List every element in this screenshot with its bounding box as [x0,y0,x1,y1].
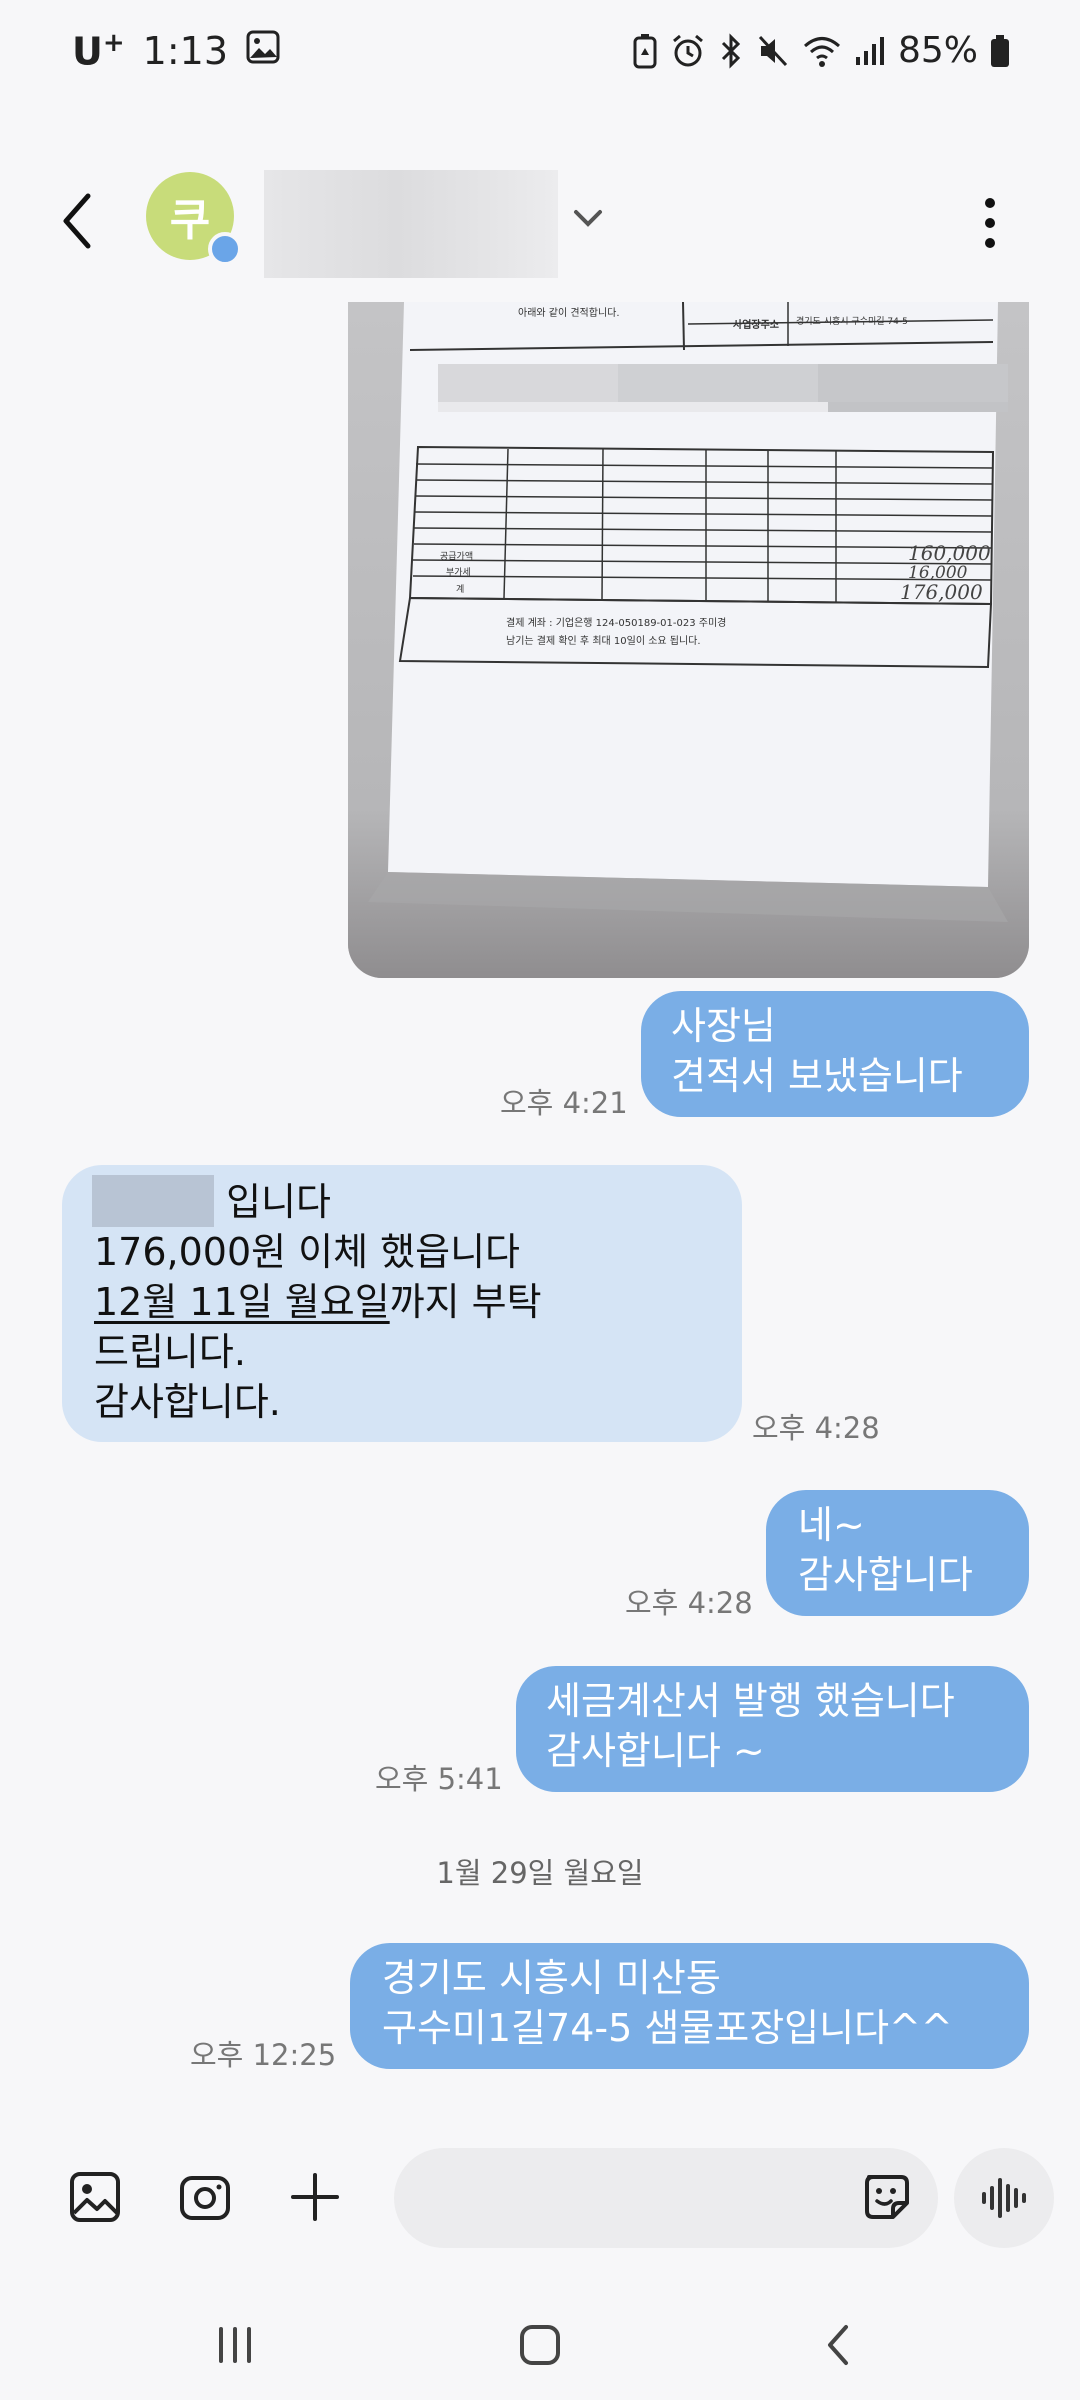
doc-row-label-vat: 부가세 [446,567,471,578]
doc-row-label-supply: 공급가액 [440,550,473,562]
home-icon [520,2325,560,2365]
mute-icon [756,33,790,69]
sticker-icon [865,2175,909,2219]
message-text: 사장님 견적서 보냈습니다 [671,1004,963,1098]
incoming-message[interactable]: 입니다 176,000원 이체 했읍니다 12월 11일 월요일까지 부탁 드립… [62,1165,742,1442]
contact-name-redacted[interactable] [264,170,558,278]
bluetooth-icon [718,32,744,69]
gallery-icon [70,2172,120,2222]
message-line: 12월 11일 월요일까지 부탁 [94,1280,542,1324]
message-time: 오후 12:25 [190,2038,337,2072]
more-vertical-icon [985,198,995,248]
carrier-label: U+ [72,28,125,74]
more-options-button[interactable] [970,188,1010,258]
message-time: 오후 4:28 [625,1586,753,1620]
voice-wave-icon [982,2178,1026,2218]
message-line: 176,000원 이체 했읍니다 [94,1230,521,1274]
message-time: 오후 4:28 [752,1411,880,1445]
wifi-icon [802,33,842,69]
doc-header-label: 사업장주소 [733,318,779,331]
message-time: 오후 4:21 [500,1086,628,1120]
clock: 1:13 [142,28,228,73]
plus-icon [291,2173,339,2221]
gallery-button[interactable] [60,2162,130,2232]
estimate-document-photo: 아래와 같이 견적합니다. 사업장주소 경기도 시흥시 구수미길 74-5 공급… [348,302,1029,978]
attach-button[interactable] [280,2162,350,2232]
message-line: 입니다 [92,1175,710,1227]
date-link[interactable]: 12월 11일 월요일 [94,1280,390,1324]
date-separator: 1월 29일 월요일 [436,1856,644,1890]
status-bar: U+ 1:13 85% [0,0,1080,110]
message-text: 경기도 시흥시 미산동 구수미1길74-5 샘물포장입니다^^ [382,1956,953,2050]
outgoing-message[interactable]: 사장님 견적서 보냈습니다 [641,991,1029,1117]
alarm-icon [670,33,706,69]
message-line: 감사합니다. [94,1380,281,1424]
chevron-down-icon[interactable] [568,204,608,234]
message-text: 네~ 감사합니다 [798,1503,973,1597]
compose-bar [0,2132,1080,2262]
status-right: 85% [632,30,1010,71]
handwritten-supply: 160,000 [908,541,991,565]
avatar-letter: 쿠 [169,195,211,246]
battery-icon [990,33,1010,69]
battery-percent: 85% [897,30,978,71]
gallery-notification-icon [246,29,280,73]
redacted-name [92,1175,214,1227]
nav-back-button[interactable] [805,2310,875,2380]
voice-input-button[interactable] [954,2148,1054,2248]
camera-button[interactable] [170,2162,240,2232]
message-text: 세금계산서 발행 했습니다 감사합니다 ~ [546,1679,955,1773]
doc-row-label-total: 계 [456,583,464,595]
outgoing-message[interactable]: 네~ 감사합니다 [766,1490,1029,1616]
signal-icon [854,33,886,69]
back-button[interactable] [52,186,112,256]
nav-back-icon [828,2325,848,2365]
doc-header-value: 경기도 시흥시 구수미길 74-5 [796,315,908,327]
camera-icon [180,2176,230,2220]
system-navigation-bar [0,2300,1080,2400]
doc-note-line: 남기는 결제 확인 후 최대 10일이 소요 됩니다. [506,634,701,647]
messages-screen: U+ 1:13 85% 쿠 아래와 같이 견적합니다. 사업장주소 경기도 시흥… [0,0,1080,2400]
outgoing-message[interactable]: 경기도 시흥시 미산동 구수미1길74-5 샘물포장입니다^^ [350,1943,1029,2069]
emoji-sticker-button[interactable] [852,2162,922,2232]
message-line: 드립니다. [94,1330,246,1374]
outgoing-message[interactable]: 세금계산서 발행 했습니다 감사합니다 ~ [516,1666,1029,1792]
photo-attachment[interactable]: 아래와 같이 견적합니다. 사업장주소 경기도 시흥시 구수미길 74-5 공급… [348,302,1029,978]
handwritten-total: 176,000 [900,580,983,604]
status-left: U+ 1:13 [72,28,280,74]
chat-badge-icon [208,232,242,266]
recent-apps-button[interactable] [200,2310,270,2380]
message-time: 오후 5:41 [375,1762,503,1796]
doc-account-line: 결제 계좌 : 기업은행 124-050189-01-023 주미경 [506,616,726,629]
battery-saver-icon [632,33,658,69]
recent-apps-icon [219,2327,251,2363]
conversation-header: 쿠 [0,160,1080,280]
home-button[interactable] [505,2310,575,2380]
back-arrow-icon [63,193,91,249]
doc-header-text: 아래와 같이 견적합니다. [518,307,620,319]
